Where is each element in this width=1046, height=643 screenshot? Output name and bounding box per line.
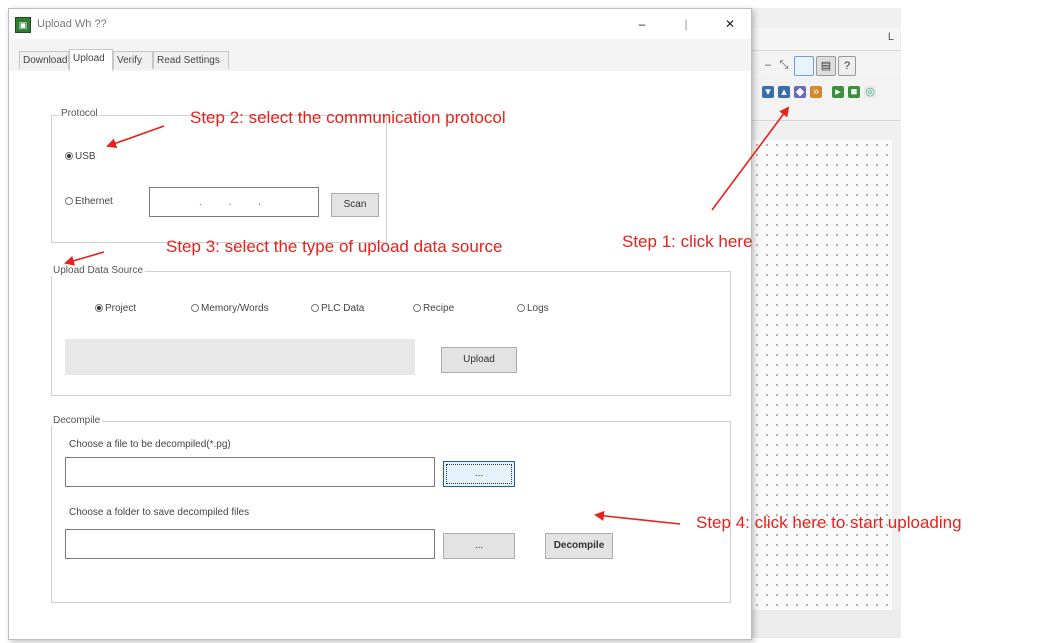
close-button[interactable]: ✕	[713, 13, 747, 35]
source-plc-data-label: PLC Data	[321, 303, 365, 314]
toolbar-run-icon[interactable]: ▸	[832, 86, 844, 98]
decompile-button[interactable]: Decompile	[545, 533, 613, 559]
upload-tab-page: Protocol USB Ethernet . . . Scan Upload …	[9, 71, 751, 639]
source-recipe-label: Recipe	[423, 303, 455, 314]
source-recipe-radio[interactable]: Recipe	[413, 303, 454, 314]
toolbar-download-icon[interactable]: ▾	[762, 86, 774, 98]
scan-button[interactable]: Scan	[331, 193, 379, 217]
toolbar-frame-icon[interactable]	[794, 56, 814, 76]
upload-source-group-title: Upload Data Source	[51, 265, 146, 276]
menu-fragment: L	[887, 31, 894, 43]
tab-strip: Download Upload Verify Read Settings	[9, 49, 751, 72]
usb-radio-dot[interactable]	[65, 152, 73, 161]
tab-upload[interactable]: Upload	[69, 49, 113, 72]
step1-annotation: Step 1: click here	[622, 232, 753, 251]
step2-annotation: Step 2: select the communication protoco…	[190, 108, 506, 127]
protocol-group	[51, 115, 387, 243]
decompile-group-title: Decompile	[51, 415, 103, 426]
decompile-file-label: Choose a file to be decompiled(*.pg)	[69, 439, 231, 450]
source-project-label: Project	[105, 303, 137, 314]
source-project-radio[interactable]: Project	[95, 303, 136, 314]
tab-read-settings[interactable]: Read Settings	[153, 51, 229, 69]
window-title: Upload Wh ??	[37, 18, 107, 30]
protocol-group-title: Protocol	[59, 108, 100, 119]
ethernet-radio-dot[interactable]	[65, 197, 73, 206]
upload-source-group	[51, 271, 731, 396]
usb-label: USB	[75, 151, 96, 162]
decompile-folder-field[interactable]	[65, 529, 435, 559]
ip-address-field[interactable]: . . .	[149, 187, 319, 217]
toolbar-dash-icon[interactable]: –	[762, 59, 774, 71]
source-logs-label: Logs	[527, 303, 549, 314]
toolbar-help-icon[interactable]: ?	[838, 56, 856, 76]
background-toolbar-top: – ⤡ ▤ ?	[750, 52, 900, 78]
background-toolbar-bottom: ▾ ▴ ◆ » ▸ ■ ◎	[750, 80, 900, 121]
source-recipe-dot[interactable]	[413, 304, 421, 313]
ethernet-label: Ethernet	[75, 196, 113, 207]
toolbar-monitor-icon[interactable]: ◎	[864, 86, 876, 98]
source-memory-dot[interactable]	[191, 304, 199, 313]
tab-verify[interactable]: Verify	[113, 51, 153, 69]
toolbar-transfer-icon[interactable]: »	[810, 86, 822, 98]
source-project-dot[interactable]	[95, 304, 103, 313]
minimize-button[interactable]: –	[625, 13, 659, 35]
toolbar-stop-icon[interactable]: ■	[848, 86, 860, 98]
title-bar: ▣ Upload Wh ?? – | ✕	[9, 9, 751, 39]
toolbar-upload-icon[interactable]: ▴	[778, 86, 790, 98]
ethernet-radio[interactable]: Ethernet	[65, 196, 113, 207]
browse-folder-button[interactable]: ...	[443, 533, 515, 559]
background-menu-bar: L	[750, 28, 900, 51]
upload-dialog: ▣ Upload Wh ?? – | ✕ Download Upload Ver…	[8, 8, 752, 640]
tab-download[interactable]: Download	[19, 51, 69, 69]
step4-annotation: Step 4: click here to start uploading	[696, 513, 962, 532]
app-icon: ▣	[15, 17, 31, 33]
source-memory-label: Memory/Words	[201, 303, 269, 314]
background-status-area	[750, 610, 900, 638]
source-logs-dot[interactable]	[517, 304, 525, 313]
upload-button[interactable]: Upload	[441, 347, 517, 373]
maximize-button[interactable]: |	[669, 13, 703, 35]
source-plc-data-radio[interactable]: PLC Data	[311, 303, 364, 314]
ladder-editor-grid[interactable]	[752, 140, 892, 610]
source-logs-radio[interactable]: Logs	[517, 303, 549, 314]
toolbar-compare-icon[interactable]: ◆	[794, 86, 806, 98]
upload-progress-area	[65, 339, 415, 375]
decompile-file-field[interactable]	[65, 457, 435, 487]
source-plc-data-dot[interactable]	[311, 304, 319, 313]
usb-radio[interactable]: USB	[65, 151, 96, 162]
toolbar-pointer-icon[interactable]: ⤡	[778, 59, 790, 71]
toolbar-window-icon[interactable]: ▤	[816, 56, 836, 76]
decompile-folder-label: Choose a folder to save decompiled files	[69, 507, 250, 518]
browse-file-button[interactable]: ...	[443, 461, 515, 487]
source-memory-radio[interactable]: Memory/Words	[191, 303, 269, 314]
step3-annotation: Step 3: select the type of upload data s…	[166, 237, 503, 256]
